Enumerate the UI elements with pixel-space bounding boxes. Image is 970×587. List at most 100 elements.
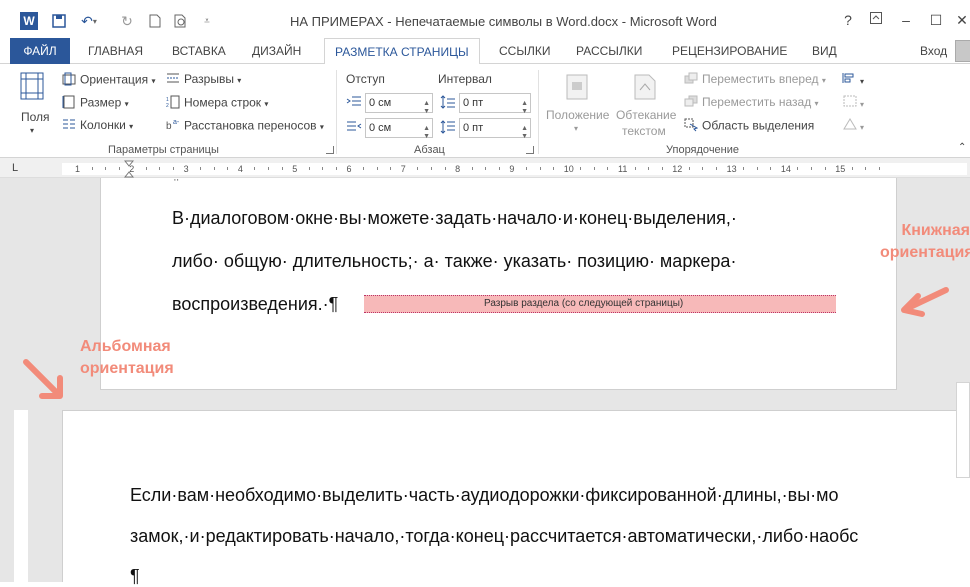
selection-pane-button[interactable]: Область выделения [684,118,814,135]
ruler-tick [498,167,500,170]
indent-label: Отступ [346,72,385,86]
ruler-number: 7 [400,164,406,174]
columns-button[interactable]: Колонки ▾ [62,118,133,133]
group-objects-icon[interactable]: ▾ [842,95,864,110]
ruler-tick [200,167,202,170]
svg-text:2: 2 [166,103,169,109]
ruler-tick [580,167,582,170]
ribbon: Поля ▾ Ориентация ▾ Размер ▾ Колонки ▾ Р… [0,64,970,158]
tab-home[interactable]: ГЛАВНАЯ [88,44,143,58]
tab-design[interactable]: ДИЗАЙН [252,44,301,58]
wrap-text-button[interactable]: Обтекание текстом [614,72,680,142]
indent-left-input[interactable]: 0 см ▲ ▼ [365,93,433,115]
paragraph-mark: ¨ [174,176,179,192]
spacing-before-icon [440,95,456,112]
tab-review[interactable]: РЕЦЕНЗИРОВАНИЕ [672,44,787,58]
paragraph-launcher-icon[interactable] [526,146,534,154]
ruler-tick [444,167,446,170]
send-backward-icon [684,95,698,110]
ruler-tick [227,167,229,170]
ruler-number: 9 [509,164,515,174]
ruler-tick [308,167,310,170]
group-separator [538,70,539,154]
tab-mailings[interactable]: РАССЫЛКИ [576,44,642,58]
help-button[interactable]: ? [838,12,858,28]
svg-text:a-: a- [173,119,180,126]
ruler-number: 2 [129,164,135,174]
vertical-scrollbar[interactable] [956,382,970,478]
rotate-icon[interactable]: ▾ [842,118,864,133]
ruler-tick [634,167,636,170]
ruler-tick [471,167,473,170]
ruler-tick [335,167,337,170]
breaks-icon [166,72,180,87]
breaks-button[interactable]: Разрывы ▾ [166,72,241,87]
page-setup-launcher-icon[interactable] [326,146,334,154]
spacing-after-input[interactable]: 0 пт ▲ ▼ [459,118,531,140]
tab-selector[interactable]: L [12,162,18,174]
ribbon-display-options-icon[interactable] [866,12,886,27]
avatar[interactable] [955,40,970,62]
ruler-tick [213,167,215,170]
page1-line1: В·диалоговом·окне·вы·можете·задать·начал… [172,208,737,228]
landscape-annotation-line1: Альбомная [80,338,171,355]
align-icon[interactable]: ▾ [842,72,864,87]
ruler-tick [322,167,324,170]
ruler-tick [145,167,147,170]
new-document-icon[interactable] [146,12,164,30]
indent-right-input[interactable]: 0 см ▲ ▼ [365,118,433,140]
ruler-number: 6 [346,164,352,174]
window-title: НА ПРИМЕРАХ - Непечатаемые символы в Wor… [290,14,717,29]
vertical-ruler[interactable] [14,410,28,582]
wrap-text-icon [634,74,656,100]
margins-label: Поля [21,110,50,124]
paragraph-group-label: Абзац [414,144,445,156]
position-button[interactable]: Положение ▾ [546,72,610,142]
ruler-tick [525,167,527,170]
spacing-before-input[interactable]: 0 пт ▲ ▼ [459,93,531,115]
hyphenation-button[interactable]: b a- Расстановка переносов ▾ [166,118,324,135]
tab-insert[interactable]: ВСТАВКА [172,44,226,58]
tab-view[interactable]: ВИД [812,44,837,58]
portrait-annotation-line1: Книжная [901,222,970,239]
print-preview-icon[interactable] [172,12,190,30]
page2-line1: Если·вам·необходимо·выделить·часть·аудио… [130,485,839,505]
tab-file[interactable]: ФАЙЛ [10,38,70,64]
ruler-tick [417,167,419,170]
maximize-button[interactable]: ☐ [926,12,946,29]
tab-page-layout[interactable]: РАЗМЕТКА СТРАНИЦЫ [324,38,480,65]
sign-in-link[interactable]: Вход [920,44,947,58]
margins-button[interactable]: Поля ▾ [12,72,52,142]
portrait-annotation-line2: ориентация [880,244,970,261]
orientation-button[interactable]: Ориентация ▾ [62,72,155,89]
redo-icon[interactable]: ↻ [118,12,136,30]
size-button[interactable]: Размер ▾ [62,95,129,112]
ruler-tick [661,167,663,170]
hyphenation-icon: b a- [166,118,180,135]
horizontal-ruler[interactable] [62,163,967,175]
close-button[interactable]: ✕ [952,12,970,29]
ruler-number: 4 [237,164,243,174]
section-break-marker: Разрыв раздела (со следующей страницы) [364,295,836,313]
tab-references[interactable]: ССЫЛКИ [499,44,550,58]
landscape-annotation-line2: ориентация [80,360,174,377]
send-backward-button[interactable]: Переместить назад ▾ [684,95,819,110]
ruler-tick [824,167,826,170]
customize-toolbar-icon[interactable]: ⩡ [200,12,214,30]
bring-forward-button[interactable]: Переместить вперед ▾ [684,72,826,87]
ruler-number: 1 [75,164,81,174]
ruler-tick [593,167,595,170]
chevron-down-icon: ▾ [574,124,579,133]
spin-down-icon[interactable]: ▼ [521,128,528,146]
ruler-tick [485,167,487,170]
save-icon[interactable] [50,12,68,30]
minimize-button[interactable]: – [896,12,916,28]
collapse-ribbon-icon[interactable]: ⌃ [958,142,966,153]
ruler-tick [865,167,867,170]
ruler-tick [430,167,432,170]
page-size-icon [62,95,76,112]
undo-icon[interactable]: ↶ ▾ [78,12,100,30]
arrow-down-right-icon [20,356,70,409]
line-numbers-button[interactable]: 1 2 Номера строк ▾ [166,95,268,112]
ruler-tick [539,167,541,170]
